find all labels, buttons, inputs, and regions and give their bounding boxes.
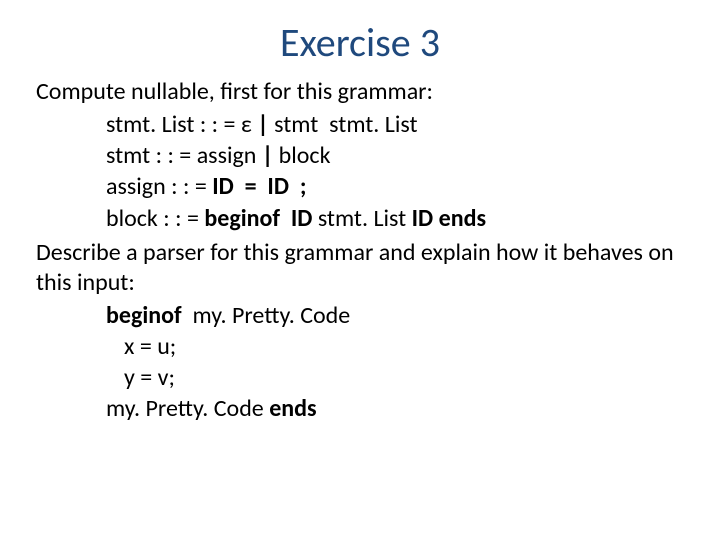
slide: Exercise 3 Compute nullable, first for t… — [0, 0, 720, 540]
terminal-ends: ends — [439, 204, 486, 233]
code-line-4: my. Pretty. Code ends — [106, 393, 684, 424]
rule-mid: stmt. List — [318, 204, 406, 233]
rule-rhs-a: stmt — [274, 110, 318, 139]
code-line-1: beginof my. Pretty. Code — [106, 300, 684, 331]
terminal-id: ID — [291, 204, 313, 233]
code-line-2: x = u; — [106, 331, 684, 362]
rule-op: : : = — [171, 172, 207, 201]
rule-op: : : = — [156, 141, 192, 170]
rule-lhs: stmt. List — [106, 110, 194, 139]
terminal-id: ID — [212, 172, 234, 201]
bar: | — [262, 141, 273, 170]
slide-title: Exercise 3 — [36, 18, 684, 67]
rule-assign: assign : : = ID = ID ; — [106, 171, 684, 202]
stmt: y = v; — [124, 363, 175, 392]
terminal-semi: ; — [300, 172, 307, 201]
slide-body: Compute nullable, first for this grammar… — [36, 77, 684, 425]
ident: my. Pretty. Code — [106, 394, 264, 423]
ident: my. Pretty. Code — [192, 301, 350, 330]
grammar-rules: stmt. List : : = ε | stmt stmt. List stm… — [106, 109, 684, 234]
epsilon: ε — [241, 110, 252, 139]
rule-op: : : = — [163, 204, 199, 233]
rule-rhs-b: stmt. List — [329, 110, 417, 139]
rule-stmt: stmt : : = assign | block — [106, 140, 684, 171]
follow-text: Describe a parser for this grammar and e… — [36, 238, 684, 298]
rule-lhs: block — [106, 204, 158, 233]
terminal-beginof: beginof — [204, 204, 280, 233]
rule-lhs: assign — [106, 172, 166, 201]
rule-rhs-b: block — [279, 141, 331, 170]
rule-rhs-a: assign — [197, 141, 257, 170]
kw-ends: ends — [269, 394, 316, 423]
lead-text: Compute nullable, first for this grammar… — [36, 77, 684, 107]
kw-beginof: beginof — [106, 301, 182, 330]
bar: | — [257, 110, 268, 139]
rule-lhs: stmt — [106, 141, 150, 170]
stmt: x = u; — [124, 332, 176, 361]
rule-stmtlist: stmt. List : : = ε | stmt stmt. List — [106, 109, 684, 140]
code-line-3: y = v; — [106, 362, 684, 393]
terminal-id: ID — [412, 204, 434, 233]
rule-block: block : : = beginof ID stmt. List ID end… — [106, 203, 684, 234]
input-code: beginof my. Pretty. Code x = u; y = v; m… — [106, 300, 684, 425]
terminal-eq: = — [245, 172, 257, 201]
rule-op: : : = — [200, 110, 236, 139]
terminal-id: ID — [267, 172, 289, 201]
